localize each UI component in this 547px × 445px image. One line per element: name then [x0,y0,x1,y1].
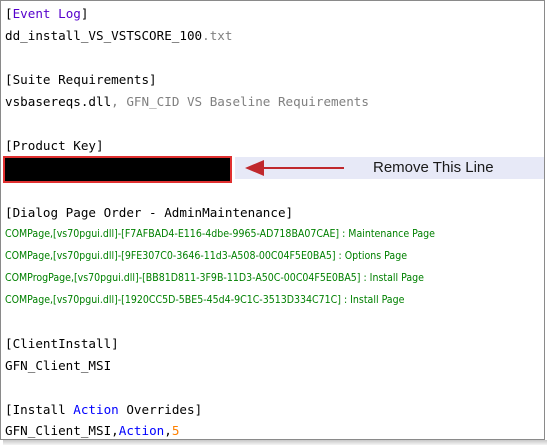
override-comma: , [164,423,172,438]
event-log-header: [Event Log] [5,6,88,22]
suite-requirements-value: vsbasereqs.dll, GFN_CID VS Baseline Requ… [5,94,369,110]
client-install-value: GFN_Client_MSI [5,358,112,373]
override-name: GFN_Client_MSI [5,423,112,438]
install-action-overrides-header: [Install Action Overrides] [5,402,202,418]
suite-description: , GFN_CID VS Baseline Requirements [111,94,369,109]
frame-shadow [3,440,547,445]
event-file-ext: .txt [202,28,233,43]
left-arrow-icon [245,160,264,176]
annotation-label: Remove This Line [373,159,494,176]
editor-window: [Event Log] dd_install_VS_VSTSCORE_100.t… [0,0,545,440]
overrides-open: [Install [5,402,74,417]
bracket-open: [ [5,6,13,21]
suite-requirements-header: [Suite Requirements] [5,72,157,87]
install-action-overrides-value: GFN_Client_MSI,Action,5 [5,423,179,439]
keyword-log: Log [58,6,81,21]
keyword-event: Event [12,6,51,21]
event-log-file: dd_install_VS_VSTSCORE_100.txt [5,28,232,44]
override-comma: , [111,423,119,438]
dialog-line: COMProgPage,[vs70pgui.dll]-[BB81D811-3F9… [5,272,424,284]
dialog-line: COMPage,[vs70pgui.dll]-[F7AFBAD4-E116-4d… [5,228,435,240]
dialog-line: COMPage,[vs70pgui.dll]-[1920CC5D-5BE5-45… [5,294,405,306]
dialog-line: COMPage,[vs70pgui.dll]-[9FE307C0-3646-11… [5,250,408,262]
suite-dll: vsbasereqs.dll [5,94,112,109]
event-file-name: dd_install_VS_VSTSCORE_100 [5,28,203,43]
redacted-product-key [3,156,232,183]
override-number: 5 [171,423,180,438]
product-key-header: [Product Key] [5,138,104,153]
dialog-page-order-header: [Dialog Page Order - AdminMaintenance] [5,205,294,220]
bracket-close: ] [80,6,89,21]
overrides-close: Overrides] [118,402,203,417]
arrow-shaft [263,167,344,169]
keyword-action: Action [73,402,119,417]
override-action: Action [118,423,165,438]
client-install-header: [ClientInstall] [5,336,119,351]
